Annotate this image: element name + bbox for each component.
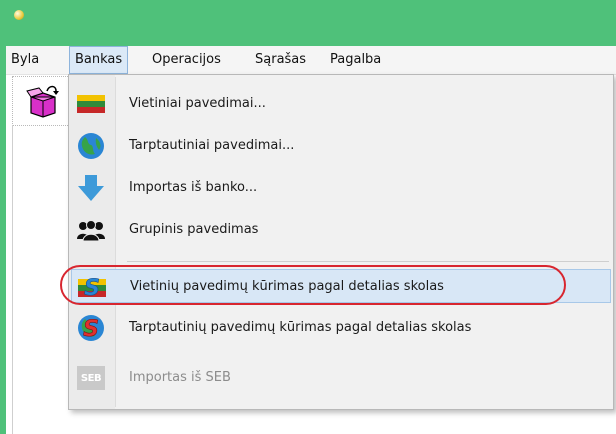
client-area-border xyxy=(12,125,13,434)
title-bar xyxy=(0,0,616,46)
menu-item-label: Importas iš banko... xyxy=(129,180,258,195)
flag-dollar-icon: S xyxy=(78,273,106,301)
menu-item-label: Importas iš SEB xyxy=(129,370,231,385)
menu-sarasas[interactable]: Sąrašas xyxy=(250,46,311,74)
menu-pagalba[interactable]: Pagalba xyxy=(325,46,386,74)
down-arrow-icon xyxy=(77,174,105,202)
app-icon[interactable] xyxy=(14,10,24,20)
menu-item-tarptautiniu-pavedimu-kurimas[interactable]: S Tarptautinių pavedimų kūrimas pagal de… xyxy=(71,311,611,345)
group-people-icon xyxy=(77,216,105,244)
svg-text:S: S xyxy=(84,276,100,299)
bankas-dropdown-menu: Vietiniai pavedimai... Tarptautiniai pav… xyxy=(68,74,614,410)
menu-item-importas-is-banko[interactable]: Importas iš banko... xyxy=(71,171,611,205)
menu-item-label: Grupinis pavedimas xyxy=(129,222,259,237)
menu-item-label: Vietiniai pavedimai... xyxy=(129,96,266,111)
menu-item-label: Tarptautiniai pavedimai... xyxy=(129,138,295,153)
menu-item-tarptautiniai-pavedimai[interactable]: Tarptautiniai pavedimai... xyxy=(71,129,611,163)
menu-item-grupinis-pavedimas[interactable]: Grupinis pavedimas xyxy=(71,213,611,247)
open-box-icon[interactable] xyxy=(25,83,61,119)
menu-separator xyxy=(127,261,609,262)
menu-item-label: Tarptautinių pavedimų kūrimas pagal deta… xyxy=(129,320,472,335)
seb-icon: SEB xyxy=(77,364,105,392)
lithuania-flag-icon xyxy=(77,90,105,118)
globe-dollar-icon: S xyxy=(77,314,105,342)
menu-item-importas-is-seb[interactable]: SEB Importas iš SEB xyxy=(71,361,611,395)
menu-item-vietiniai-pavedimai[interactable]: Vietiniai pavedimai... xyxy=(71,87,611,121)
menu-operacijos[interactable]: Operacijos xyxy=(147,46,226,74)
svg-text:S: S xyxy=(83,317,99,342)
window-border xyxy=(0,46,6,434)
toolbar xyxy=(12,76,68,126)
menu-bankas[interactable]: Bankas xyxy=(69,46,129,74)
globe-icon xyxy=(77,132,105,160)
menu-item-label: Vietinių pavedimų kūrimas pagal detalias… xyxy=(130,279,444,294)
menu-byla[interactable]: Byla xyxy=(6,46,44,74)
menu-bar: Byla Bankas Operacijos Sąrašas Pagalba xyxy=(6,46,616,75)
menu-item-vietiniu-pavedimu-kurimas[interactable]: S Vietinių pavedimų kūrimas pagal detali… xyxy=(71,269,611,303)
